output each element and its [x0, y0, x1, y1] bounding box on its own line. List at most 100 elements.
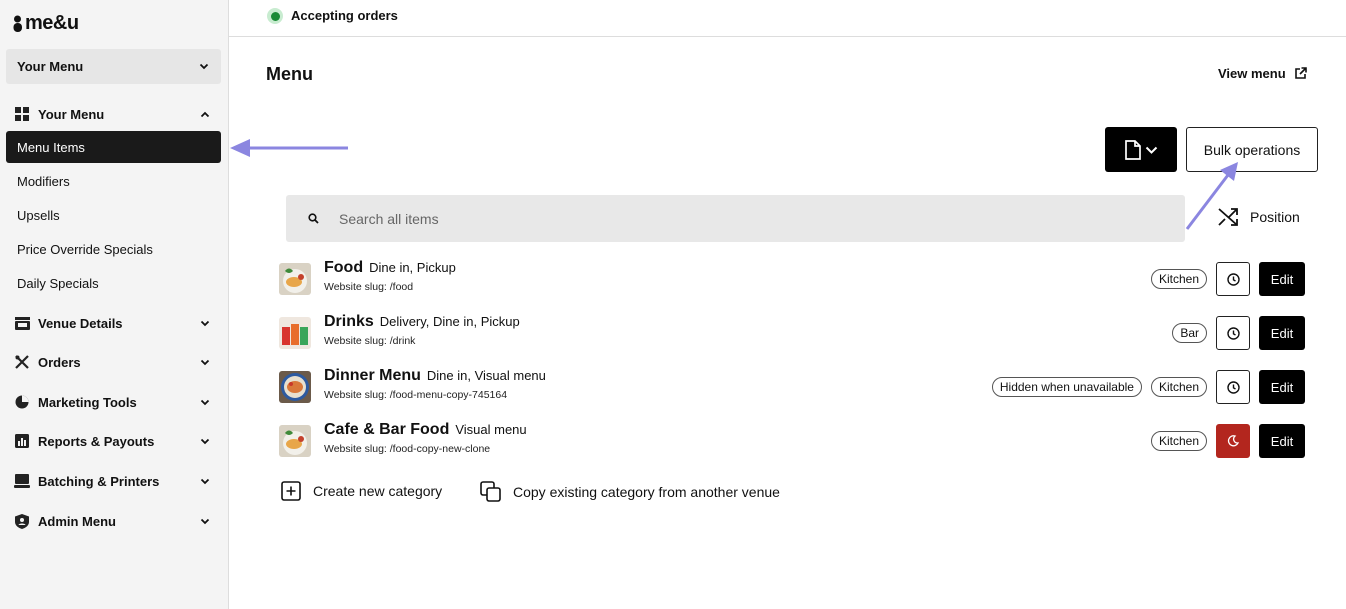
- order-status: Accepting orders: [291, 8, 398, 23]
- category-types: Delivery, Dine in, Pickup: [379, 314, 520, 329]
- nav-group-label: Orders: [38, 354, 81, 370]
- pie-chart-icon: [14, 394, 30, 410]
- bar-chart-icon: [14, 433, 30, 449]
- edit-button[interactable]: Edit: [1259, 370, 1305, 404]
- sidebar-item-daily-specials[interactable]: Daily Specials: [6, 267, 221, 299]
- sidebar-item-label: Daily Specials: [17, 275, 99, 291]
- chevron-down-icon: [200, 478, 210, 484]
- create-category-button[interactable]: Create new category: [281, 481, 442, 501]
- nav-group-reports-payouts[interactable]: Reports & Payouts: [14, 433, 210, 449]
- category-slug: Website slug: /food-menu-copy-745164: [324, 389, 508, 401]
- topbar: Accepting orders: [229, 0, 1346, 37]
- category-row-drinks[interactable]: Drinks Delivery, Dine in, Pickup Website …: [279, 313, 1305, 351]
- category-row-food[interactable]: Food Dine in, Pickup Website slug: /food …: [279, 259, 1305, 297]
- venue-select-label: Your Menu: [17, 59, 84, 74]
- search-input[interactable]: [339, 210, 1139, 227]
- chevron-up-icon: [200, 111, 210, 117]
- category-slug: Website slug: /drink: [324, 335, 416, 347]
- category-name: Drinks: [324, 313, 374, 330]
- edit-button[interactable]: Edit: [1259, 262, 1305, 296]
- clock-icon: [1226, 272, 1240, 286]
- category-slug: Website slug: /food: [324, 281, 414, 293]
- tag-hidden-when-unavailable: Hidden when unavailable: [991, 377, 1142, 397]
- category-thumbnail: [279, 317, 311, 349]
- chevron-down-icon: [199, 63, 209, 70]
- nav-group-label: Admin Menu: [38, 513, 116, 529]
- schedule-button[interactable]: [1216, 424, 1250, 458]
- grid-icon: [14, 106, 30, 122]
- nav-group-your-menu[interactable]: Your Menu: [14, 106, 210, 122]
- logo[interactable]: me&u: [13, 12, 79, 35]
- plus-square-icon: [281, 481, 301, 501]
- nav-group-label: Batching & Printers: [38, 473, 160, 489]
- tag-kitchen: Kitchen: [1150, 431, 1207, 451]
- edit-button[interactable]: Edit: [1259, 316, 1305, 350]
- chevron-down-icon: [200, 438, 210, 444]
- sidebar-item-upsells[interactable]: Upsells: [6, 199, 221, 231]
- external-link-icon: [1294, 67, 1307, 79]
- moon-icon: [1227, 435, 1239, 447]
- copy-category-button[interactable]: Copy existing category from another venu…: [480, 481, 780, 502]
- status-dot-icon: [267, 8, 283, 24]
- sidebar-item-label: Menu Items: [17, 139, 85, 155]
- sidebar: me&u Your Menu Your Menu Menu Items Modi…: [0, 0, 229, 609]
- nav-group-label: Your Menu: [38, 106, 105, 122]
- category-row-dinner-menu[interactable]: Dinner Menu Dine in, Visual menu Website …: [279, 367, 1305, 405]
- category-thumbnail: [279, 371, 311, 403]
- schedule-button[interactable]: [1216, 262, 1250, 296]
- nav-group-label: Venue Details: [38, 315, 123, 331]
- chevron-down-icon: [200, 359, 210, 365]
- sidebar-item-modifiers[interactable]: Modifiers: [6, 165, 221, 197]
- sort-label: Position: [1250, 209, 1300, 225]
- bulk-operations-button[interactable]: Bulk operations: [1186, 127, 1318, 172]
- tag-kitchen: Kitchen: [1150, 377, 1207, 397]
- shield-user-icon: [14, 513, 30, 529]
- chevron-down-icon: [1145, 146, 1157, 154]
- category-name: Food: [324, 259, 364, 276]
- file-icon: [1124, 139, 1141, 160]
- copy-icon: [480, 481, 501, 502]
- store-icon: [14, 315, 30, 331]
- category-name: Cafe & Bar Food: [324, 421, 450, 438]
- nav-group-admin-menu[interactable]: Admin Menu: [14, 513, 210, 529]
- sidebar-item-label: Modifiers: [17, 173, 70, 189]
- view-menu-label: View menu: [1218, 66, 1286, 81]
- nav-group-batching-printers[interactable]: Batching & Printers: [14, 473, 210, 489]
- tag-bar: Bar: [1172, 323, 1207, 343]
- shuffle-icon: [1218, 208, 1238, 226]
- category-row-cafe-bar-food[interactable]: Cafe & Bar Food Visual menu Website slug:…: [279, 421, 1305, 459]
- laptop-icon: [14, 473, 30, 489]
- create-category-label: Create new category: [313, 483, 443, 499]
- file-menu-button[interactable]: [1105, 127, 1177, 172]
- copy-category-label: Copy existing category from another venu…: [513, 483, 780, 500]
- arrow-to-menu-items-icon: [230, 139, 348, 157]
- nav-group-venue-details[interactable]: Venue Details: [14, 315, 210, 331]
- category-thumbnail: [279, 263, 311, 295]
- chevron-down-icon: [200, 320, 210, 326]
- nav-group-orders[interactable]: Orders: [14, 354, 210, 370]
- utensils-icon: [14, 354, 30, 370]
- nav-group-marketing-tools[interactable]: Marketing Tools: [14, 394, 210, 410]
- sidebar-item-price-override-specials[interactable]: Price Override Specials: [6, 233, 221, 265]
- schedule-button[interactable]: [1216, 370, 1250, 404]
- sidebar-item-label: Price Override Specials: [17, 241, 153, 257]
- search-icon: [308, 213, 319, 224]
- category-types: Dine in, Pickup: [369, 260, 456, 275]
- category-slug: Website slug: /food-copy-new-clone: [324, 443, 491, 455]
- view-menu-link[interactable]: View menu: [1218, 66, 1307, 81]
- logo-text: me&u: [25, 12, 79, 34]
- sidebar-item-menu-items[interactable]: Menu Items: [6, 131, 221, 163]
- logo-icon: [13, 15, 22, 32]
- clock-icon: [1226, 380, 1240, 394]
- search-bar: [286, 195, 1185, 242]
- sort-position-button[interactable]: Position: [1218, 208, 1300, 226]
- page-title: Menu: [266, 64, 313, 84]
- category-name: Dinner Menu: [324, 367, 421, 384]
- edit-button[interactable]: Edit: [1259, 424, 1305, 458]
- clock-icon: [1226, 326, 1240, 340]
- category-types: Dine in, Visual menu: [426, 368, 546, 383]
- schedule-button[interactable]: [1216, 316, 1250, 350]
- nav-group-label: Reports & Payouts: [38, 433, 155, 449]
- venue-select[interactable]: Your Menu: [6, 49, 221, 84]
- category-thumbnail: [279, 425, 311, 457]
